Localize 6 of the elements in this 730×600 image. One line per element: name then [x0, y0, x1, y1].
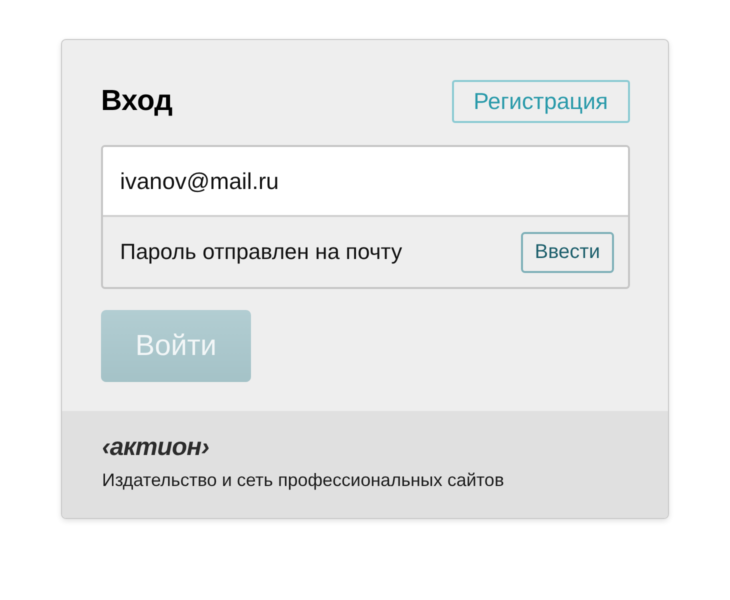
login-title: Вход — [101, 85, 173, 118]
enter-button[interactable]: Ввести — [520, 232, 614, 272]
footer-tagline: Издательство и сеть профессиональных сайтов — [102, 470, 506, 491]
email-field[interactable]: ivanov@mail.ru — [103, 147, 628, 217]
password-notice: Пароль отправлен на почту — [120, 239, 402, 265]
logo: ‹актион› — [102, 433, 210, 462]
